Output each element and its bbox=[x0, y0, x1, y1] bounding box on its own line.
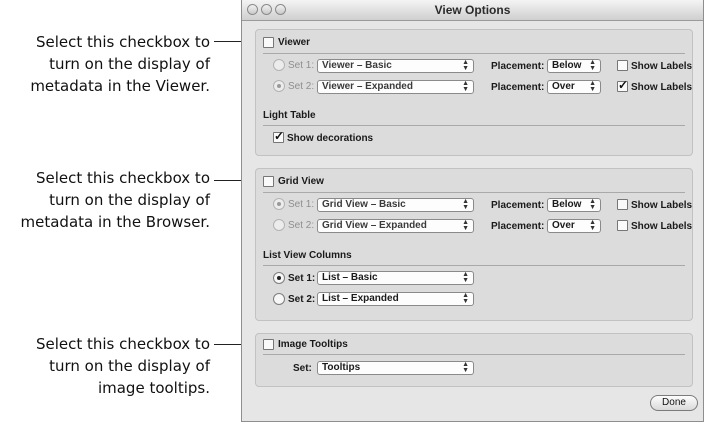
divider bbox=[263, 53, 685, 54]
grid-set1-placement-popup[interactable]: Below ▲ ▼ bbox=[547, 198, 601, 212]
callout-line: turn on the display of bbox=[49, 357, 210, 375]
grid-set2-radio[interactable] bbox=[273, 219, 285, 231]
popup-arrows-icon: ▲ ▼ bbox=[462, 80, 469, 93]
divider bbox=[263, 125, 685, 126]
show-decorations-label: Show decorations bbox=[287, 133, 374, 144]
popup-arrows-icon: ▲ ▼ bbox=[589, 59, 596, 72]
callout-line: turn on the display of bbox=[49, 191, 210, 209]
callout-line: Select this checkbox to bbox=[35, 33, 210, 51]
grid-set1-label: Set 1: bbox=[288, 199, 315, 210]
checkmark-icon: ✓ bbox=[618, 78, 629, 92]
list-view-columns-label: List View Columns bbox=[263, 250, 352, 261]
view-options-window: View Options Viewer Set 1: Viewer – Basi… bbox=[241, 0, 704, 422]
viewer-set2-show-labels-checkbox[interactable]: ✓ bbox=[617, 78, 629, 92]
viewer-set1-radio[interactable] bbox=[273, 59, 285, 71]
grid-set1-show-labels-checkbox[interactable] bbox=[617, 199, 628, 210]
viewer-set1-placement-popup[interactable]: Below ▲ ▼ bbox=[547, 59, 601, 73]
viewer-set1-show-labels-checkbox[interactable] bbox=[617, 60, 628, 71]
list-set1-label: Set 1: bbox=[288, 273, 316, 284]
viewer-set1-placement-value: Below bbox=[552, 60, 582, 71]
popup-arrows-icon: ▲ ▼ bbox=[462, 271, 469, 284]
viewer-group: Viewer Set 1: Viewer – Basic ▲ ▼ Placemen… bbox=[255, 29, 693, 156]
popup-arrows-icon: ▲ ▼ bbox=[589, 219, 596, 232]
divider bbox=[263, 265, 685, 266]
viewer-set2-popup[interactable]: Viewer – Expanded ▲ ▼ bbox=[317, 80, 474, 94]
popup-arrows-icon: ▲ ▼ bbox=[462, 219, 469, 232]
list-set2-label: Set 2: bbox=[288, 294, 316, 305]
callout-line: metadata in the Viewer. bbox=[30, 77, 210, 95]
viewer-set2-placement-value: Over bbox=[552, 81, 575, 92]
grid-set1-value: Grid View – Basic bbox=[322, 199, 406, 210]
viewer-set1-show-labels-label: Show Labels bbox=[631, 61, 693, 72]
popup-arrows-icon: ▲ ▼ bbox=[462, 361, 469, 374]
grid-view-group: Grid View Set 1: Grid View – Basic ▲ ▼ Pl… bbox=[255, 168, 693, 321]
checkmark-icon: ✓ bbox=[274, 129, 285, 143]
viewer-set2-value: Viewer – Expanded bbox=[322, 81, 413, 92]
list-set2-popup[interactable]: List – Expanded ▲ ▼ bbox=[317, 292, 474, 306]
tooltips-set-value: Tooltips bbox=[322, 362, 361, 373]
radio-dot-icon bbox=[277, 202, 281, 206]
callout-viewer: Select this checkbox to turn on the disp… bbox=[0, 31, 210, 97]
divider bbox=[263, 192, 685, 193]
popup-arrows-icon: ▲ ▼ bbox=[462, 198, 469, 211]
radio-dot-icon bbox=[277, 84, 281, 88]
callout-grid-view: Select this checkbox to turn on the disp… bbox=[0, 167, 210, 233]
grid-set1-radio[interactable] bbox=[273, 198, 285, 210]
image-tooltips-group: Image Tooltips Set: Tooltips ▲ ▼ bbox=[255, 333, 693, 387]
callout-line: image tooltips. bbox=[97, 379, 210, 397]
list-set1-radio[interactable] bbox=[273, 272, 285, 284]
grid-set2-placement-popup[interactable]: Over ▲ ▼ bbox=[547, 219, 601, 233]
grid-view-checkbox[interactable] bbox=[263, 176, 274, 187]
grid-set2-popup[interactable]: Grid View – Expanded ▲ ▼ bbox=[317, 219, 474, 233]
done-button[interactable]: Done bbox=[650, 395, 698, 411]
tooltips-set-label: Set: bbox=[293, 363, 312, 374]
grid-set1-placement-label: Placement: bbox=[491, 200, 545, 211]
window-title: View Options bbox=[434, 3, 511, 17]
viewer-set1-value: Viewer – Basic bbox=[322, 60, 392, 71]
callout-line: turn on the display of bbox=[49, 55, 210, 73]
image-tooltips-checkbox[interactable] bbox=[263, 339, 274, 350]
grid-set2-placement-label: Placement: bbox=[491, 221, 545, 232]
list-set1-popup[interactable]: List – Basic ▲ ▼ bbox=[317, 271, 474, 285]
grid-view-label: Grid View bbox=[278, 176, 324, 187]
callout-tooltips: Select this checkbox to turn on the disp… bbox=[0, 333, 210, 399]
viewer-set1-placement-label: Placement: bbox=[491, 61, 545, 72]
tooltips-set-popup[interactable]: Tooltips ▲ ▼ bbox=[317, 361, 474, 375]
viewer-set1-popup[interactable]: Viewer – Basic ▲ ▼ bbox=[317, 59, 474, 73]
callout-line: Select this checkbox to bbox=[35, 169, 210, 187]
grid-set2-label: Set 2: bbox=[288, 220, 315, 231]
callout-line: metadata in the Browser. bbox=[20, 213, 210, 231]
list-set2-value: List – Expanded bbox=[322, 293, 399, 304]
viewer-set1-label: Set 1: bbox=[288, 60, 315, 71]
grid-set1-placement-value: Below bbox=[552, 199, 582, 210]
grid-set2-value: Grid View – Expanded bbox=[322, 220, 427, 231]
viewer-label: Viewer bbox=[278, 37, 311, 48]
grid-set1-popup[interactable]: Grid View – Basic ▲ ▼ bbox=[317, 198, 474, 212]
viewer-checkbox[interactable] bbox=[263, 37, 274, 48]
viewer-set2-placement-label: Placement: bbox=[491, 82, 545, 93]
popup-arrows-icon: ▲ ▼ bbox=[462, 59, 469, 72]
viewer-set2-label: Set 2: bbox=[288, 81, 315, 92]
popup-arrows-icon: ▲ ▼ bbox=[589, 198, 596, 211]
title-bar: View Options bbox=[242, 0, 703, 21]
divider bbox=[263, 354, 685, 355]
grid-set1-show-labels-label: Show Labels bbox=[631, 200, 693, 211]
radio-dot-icon bbox=[277, 276, 281, 280]
grid-set2-show-labels-checkbox[interactable] bbox=[617, 220, 628, 231]
show-decorations-checkbox[interactable]: ✓ bbox=[273, 129, 285, 143]
popup-arrows-icon: ▲ ▼ bbox=[462, 292, 469, 305]
image-tooltips-label: Image Tooltips bbox=[278, 339, 348, 350]
viewer-set2-placement-popup[interactable]: Over ▲ ▼ bbox=[547, 80, 601, 94]
list-set2-radio[interactable] bbox=[273, 293, 285, 305]
grid-set2-show-labels-label: Show Labels bbox=[631, 221, 693, 232]
grid-set2-placement-value: Over bbox=[552, 220, 575, 231]
list-set1-value: List – Basic bbox=[322, 272, 378, 283]
viewer-set2-show-labels-label: Show Labels bbox=[631, 82, 693, 93]
light-table-label: Light Table bbox=[263, 110, 316, 121]
callout-line: Select this checkbox to bbox=[35, 335, 210, 353]
viewer-set2-radio[interactable] bbox=[273, 80, 285, 92]
popup-arrows-icon: ▲ ▼ bbox=[589, 80, 596, 93]
